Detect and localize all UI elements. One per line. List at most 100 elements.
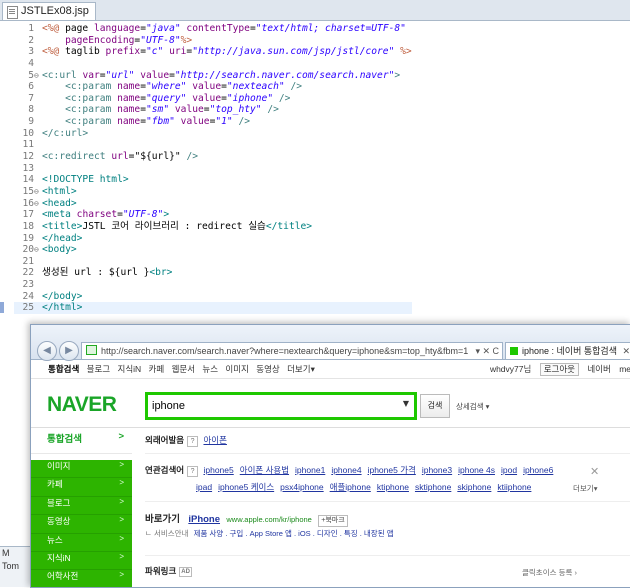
naver-logo[interactable]: NAVER	[47, 393, 117, 417]
code-line[interactable]: 10 </c:url>	[14, 128, 412, 140]
topmenu-item[interactable]: 이미지	[225, 364, 248, 374]
code-line[interactable]: 8 <c:param name="sm" value="top_hty" />	[14, 104, 412, 116]
nav-item-blog[interactable]: 블로그 >	[31, 496, 132, 516]
code-line[interactable]: 24 </body>	[14, 291, 412, 303]
related-search-link[interactable]: iphone 4s	[458, 465, 495, 475]
topmenu-item[interactable]: 통합검색	[48, 364, 79, 374]
topmenu-item[interactable]: 더보기▾	[287, 364, 315, 374]
related-search-link[interactable]: iphone3	[422, 465, 452, 475]
left-panel-item[interactable]: Tom	[0, 560, 30, 573]
search-input[interactable]	[152, 397, 392, 414]
service-links[interactable]: 제품 사양 . 구입 . App Store 앱 . iOS . 디자인 . 특…	[194, 529, 394, 538]
search-box[interactable]: ▼	[145, 392, 417, 420]
shortcut-url[interactable]: www.apple.com/kr/iphone	[226, 515, 311, 524]
code-line[interactable]: 11	[14, 139, 412, 151]
topmenu-item[interactable]: 웹문서	[172, 364, 195, 374]
chevron-right-icon: >	[119, 496, 124, 506]
related-search-link[interactable]: iphone6	[523, 465, 553, 475]
code-text: <!DOCTYPE html>	[42, 174, 129, 186]
foreign-value-link[interactable]: 아이폰	[203, 435, 226, 445]
related-search-link[interactable]: ktiphone	[377, 482, 409, 492]
nav-item-kin[interactable]: 지식iN >	[31, 551, 132, 571]
related-search-link[interactable]: iphone5 가격	[368, 465, 416, 475]
topmenu-item[interactable]: 뉴스	[202, 364, 218, 374]
related-search-link[interactable]: iphone5 케이스	[218, 482, 274, 492]
code-line[interactable]: 13	[14, 163, 412, 175]
code-line[interactable]: 2 pageEncoding="UTF-8"%>	[14, 35, 412, 47]
shortcut-row: 바로가기 iPhone www.apple.com/kr/iphone +북마크	[145, 511, 348, 527]
editor-tab[interactable]: JSTLEx08.jsp	[2, 2, 96, 20]
code-line[interactable]: 6 <c:param name="where" value="nexteach"…	[14, 81, 412, 93]
help-icon[interactable]: ?	[187, 436, 199, 447]
code-line[interactable]: 1 <%@ page language="java" contentType="t…	[14, 23, 412, 35]
code-area[interactable]: 1 <%@ page language="java" contentType="t…	[0, 23, 412, 315]
code-line[interactable]: 9 <c:param name="fbm" value="1" />	[14, 116, 412, 128]
fold-toggle-icon[interactable]: ⊖	[34, 186, 42, 198]
divider	[145, 453, 630, 454]
related-search-link[interactable]: iphone1	[295, 465, 325, 475]
nav-integrated-search[interactable]: 통합검색 >	[31, 431, 132, 454]
topmenu-item[interactable]: 동영상	[256, 364, 279, 374]
topmenu-item[interactable]: 지식iN	[118, 364, 142, 374]
fold-toggle-icon[interactable]: ⊖	[34, 244, 42, 256]
nav-item-cafe[interactable]: 카페 >	[31, 478, 132, 497]
help-icon[interactable]: ?	[187, 466, 199, 477]
bookmark-button[interactable]: +북마크	[318, 515, 348, 527]
code-line[interactable]: 18 <title>JSTL 코어 라이브러리 : redirect 실습</ti…	[14, 221, 412, 233]
advanced-search-link[interactable]: 상세검색 ▾	[456, 401, 489, 412]
related-search-link[interactable]: psx4iphone	[280, 482, 323, 492]
code-line[interactable]: 5⊖ <c:url var="url" value="http://search.…	[14, 70, 412, 82]
user-name[interactable]: whdvy77님	[490, 364, 531, 374]
left-panel-item[interactable]: M	[0, 547, 30, 560]
code-line[interactable]: 23	[14, 279, 412, 291]
code-line[interactable]: 22 생성된 url : ${url }<br>	[14, 267, 412, 279]
related-search-link[interactable]: iphone4	[331, 465, 361, 475]
topmenu-item[interactable]: 블로그	[87, 364, 110, 374]
forward-button[interactable]: ▶	[59, 341, 79, 361]
related-search-link[interactable]: skiphone	[457, 482, 491, 492]
nav-item-video[interactable]: 동영상 >	[31, 515, 132, 534]
chevron-right-icon: >	[119, 570, 124, 580]
code-line[interactable]: 4	[14, 58, 412, 70]
related-search-link[interactable]: 아이폰 사용법	[240, 465, 289, 475]
me-link[interactable]: me	[619, 364, 630, 374]
nav-item-dictionary[interactable]: 어학사전 >	[31, 570, 132, 587]
code-line[interactable]: 15⊖ <html>	[14, 186, 412, 198]
browser-tab[interactable]: iphone : 네이버 통합검색 ✕	[505, 342, 630, 359]
shortcut-link[interactable]: iPhone	[188, 514, 220, 525]
code-line[interactable]: 7 <c:param name="query" value="iphone" /…	[14, 93, 412, 105]
address-bar[interactable]: http://search.naver.com/search.naver?whe…	[81, 342, 503, 360]
naver-home-link[interactable]: 네이버	[587, 364, 610, 374]
fold-toggle-icon[interactable]: ⊖	[34, 70, 42, 82]
code-text: <html>	[42, 185, 77, 197]
address-controls[interactable]: ▾ ✕ C	[475, 343, 499, 359]
nav-item-images[interactable]: 이미지 >	[31, 460, 132, 479]
ad-register-link[interactable]: 클릭초이스 등록 ›	[522, 567, 577, 578]
code-line[interactable]: 17 <meta charset="UTF-8">	[14, 209, 412, 221]
nav-item-news[interactable]: 뉴스 >	[31, 533, 132, 552]
code-line[interactable]: 19 </head>	[14, 233, 412, 245]
code-line[interactable]: 12 <c:redirect url="${url}" />	[14, 151, 412, 163]
more-related-link[interactable]: 더보기▾	[573, 483, 597, 494]
code-line[interactable]: 21	[14, 256, 412, 268]
topmenu-item[interactable]: 카페	[149, 364, 165, 374]
code-line[interactable]: 3 <%@ taglib prefix="c" uri="http://java.…	[14, 46, 412, 58]
search-button[interactable]: 검색	[420, 394, 450, 418]
line-number: 13	[22, 162, 34, 174]
related-search-link[interactable]: ktiiphone	[497, 482, 531, 492]
related-search-link[interactable]: iphone5	[203, 465, 233, 475]
code-line[interactable]: 25 </html>	[0, 302, 412, 315]
related-search-link[interactable]: ipod	[501, 465, 517, 475]
related-search-link[interactable]: ipad	[196, 482, 212, 492]
code-line[interactable]: 14 <!DOCTYPE html>	[14, 174, 412, 186]
close-icon[interactable]: ✕	[590, 465, 599, 478]
fold-toggle-icon[interactable]: ⊖	[34, 198, 42, 210]
code-line[interactable]: 16⊖ <head>	[14, 198, 412, 210]
related-search-link[interactable]: 애플iphone	[330, 482, 371, 492]
autocomplete-toggle-icon[interactable]: ▼	[403, 399, 409, 408]
code-line[interactable]: 20⊖ <body>	[14, 244, 412, 256]
back-button[interactable]: ◀	[37, 341, 57, 361]
logout-button[interactable]: 로그아웃	[539, 363, 579, 376]
related-search-link[interactable]: sktiphone	[415, 482, 451, 492]
tab-close-icon[interactable]: ✕	[622, 343, 630, 359]
